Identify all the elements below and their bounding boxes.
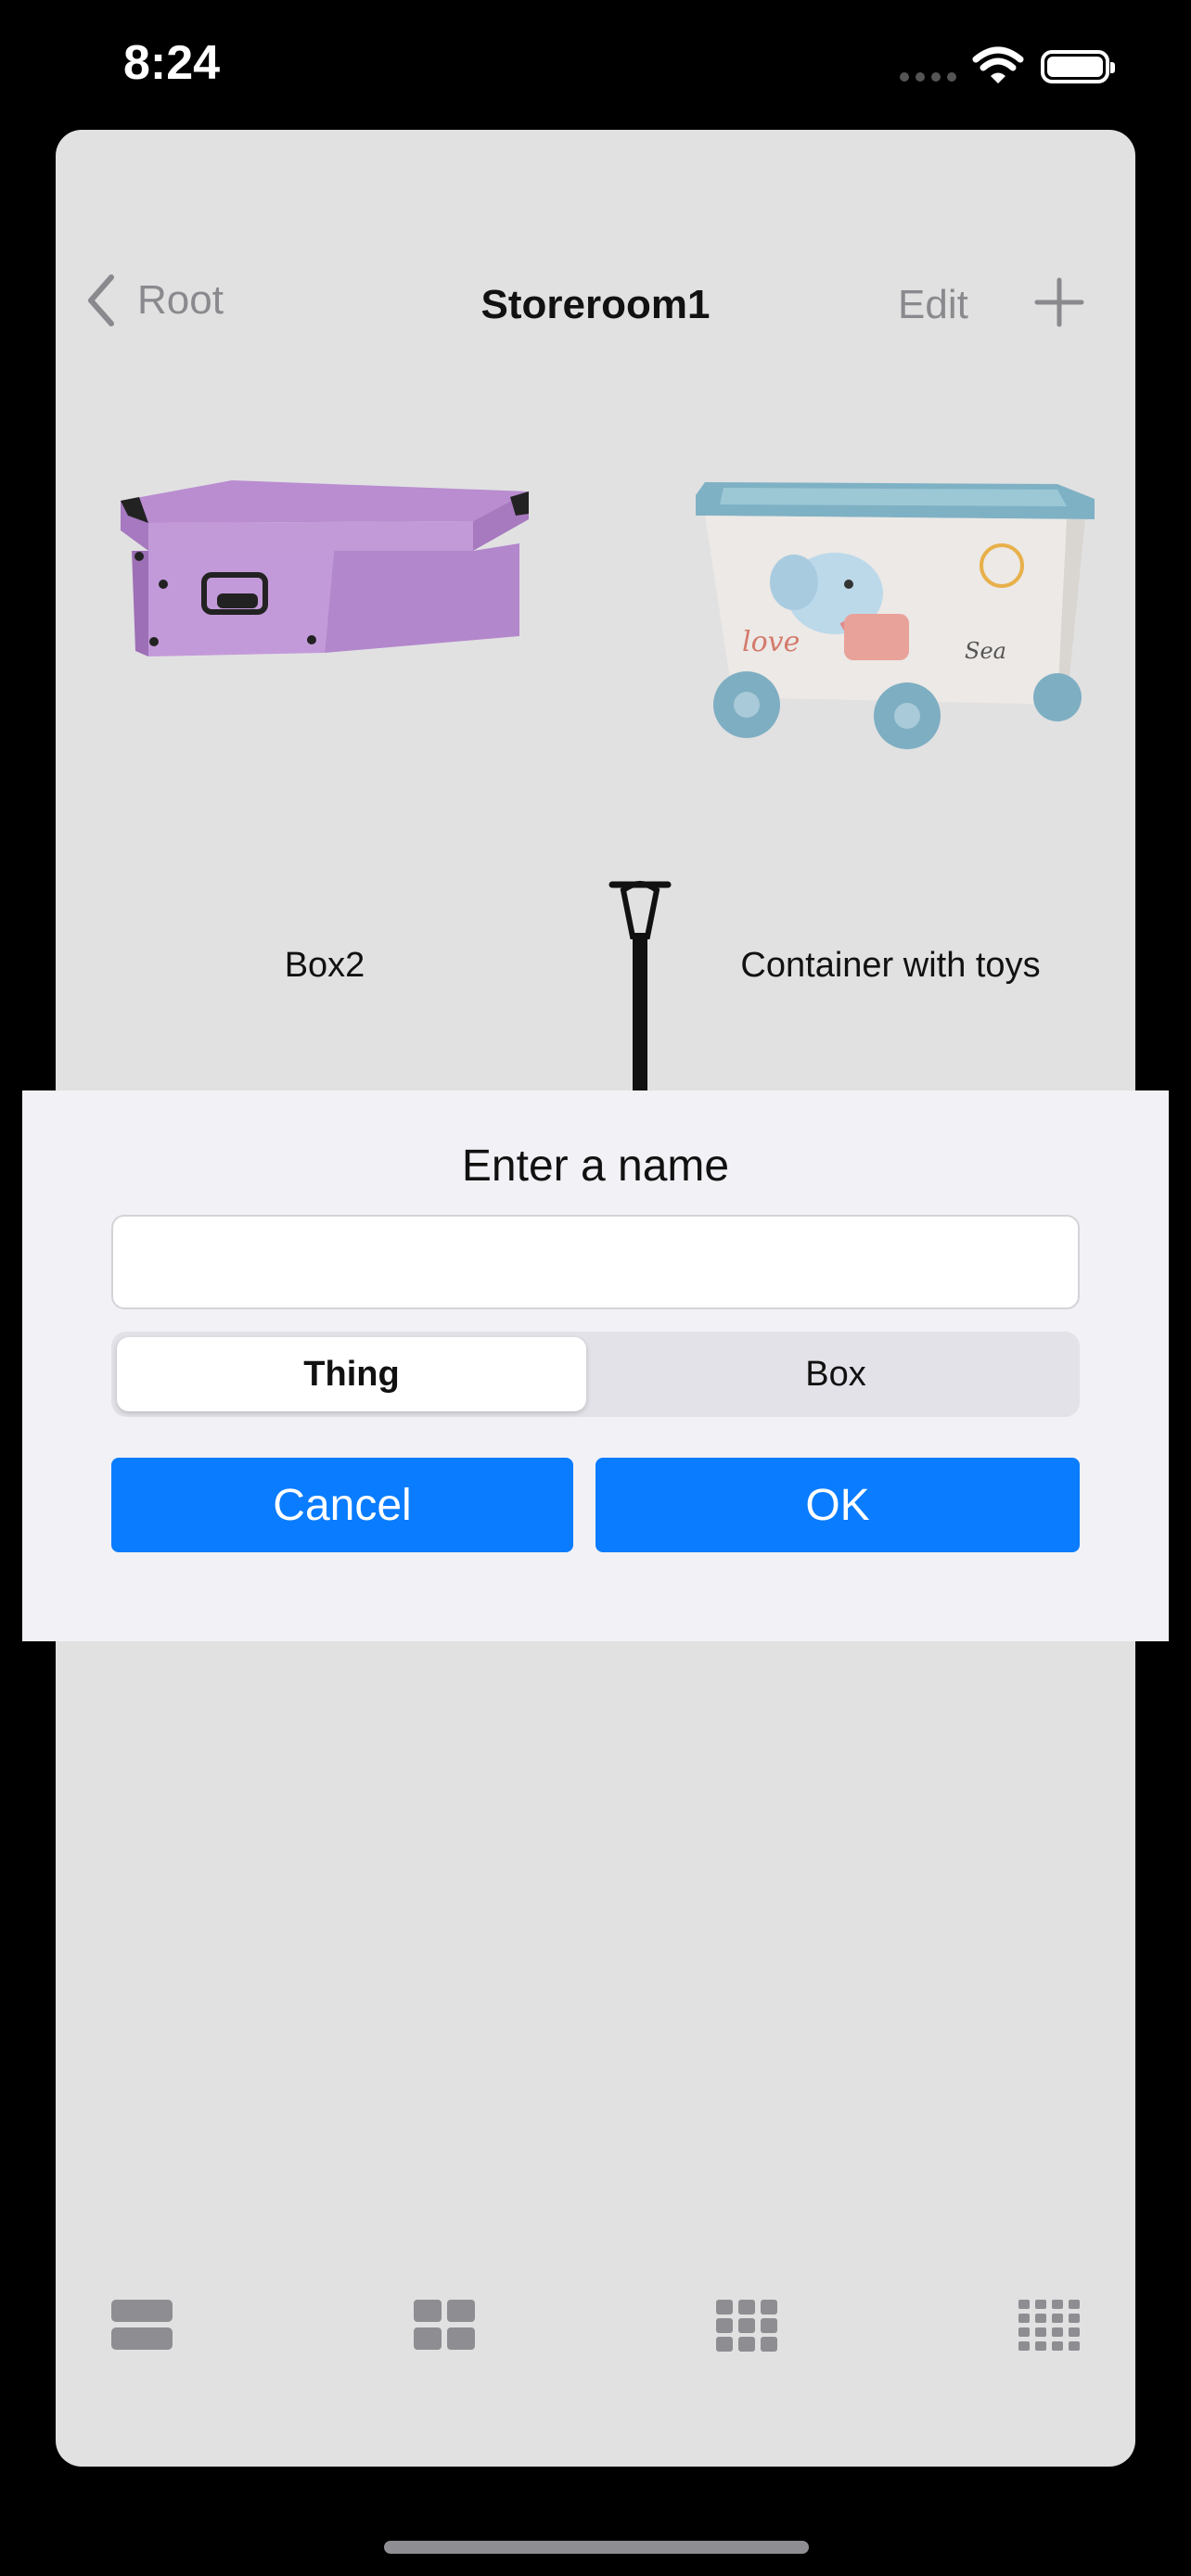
- status-time: 8:24: [123, 36, 221, 90]
- battery-icon: [1041, 50, 1115, 83]
- grid-item-shovel[interactable]: [557, 872, 724, 1094]
- plus-icon[interactable]: [1033, 276, 1085, 328]
- segment-thing[interactable]: Thing: [117, 1337, 586, 1411]
- shovel-image: [608, 881, 672, 1094]
- grid-item-container-with-toys[interactable]: love Sea Container with toys: [659, 454, 1122, 992]
- home-indicator[interactable]: [384, 2541, 809, 2554]
- segment-box[interactable]: Box: [597, 1337, 1074, 1411]
- back-button[interactable]: Root: [85, 274, 224, 327]
- enter-name-dialog: Enter a name Thing Box Cancel OK: [22, 1090, 1169, 1641]
- back-label: Root: [137, 277, 224, 323]
- svg-text:Sea: Sea: [965, 638, 1006, 664]
- toy-container-image: love Sea: [696, 482, 1095, 749]
- dialog-title: Enter a name: [461, 1141, 730, 1191]
- grid-item-box2[interactable]: Box2: [83, 454, 566, 992]
- cancel-button[interactable]: Cancel: [111, 1458, 573, 1552]
- edit-button[interactable]: Edit: [898, 282, 968, 328]
- grid-3-layout-icon[interactable]: [716, 2300, 777, 2352]
- name-input[interactable]: [111, 1215, 1080, 1309]
- svg-text:love: love: [742, 626, 800, 658]
- page-title: Storeroom1: [480, 282, 711, 327]
- item-label: Box2: [284, 946, 365, 985]
- chevron-left-icon: [88, 274, 114, 326]
- cellular-signal-icon: [900, 72, 956, 82]
- type-segmented-control: Thing Box: [111, 1332, 1080, 1417]
- ok-button[interactable]: OK: [596, 1458, 1080, 1552]
- purple-storage-box-image: [121, 480, 529, 657]
- wifi-icon: [972, 46, 1024, 83]
- grid-2-layout-icon[interactable]: [414, 2300, 475, 2352]
- grid-4-layout-icon[interactable]: [1018, 2300, 1080, 2352]
- list-layout-icon[interactable]: [111, 2300, 173, 2352]
